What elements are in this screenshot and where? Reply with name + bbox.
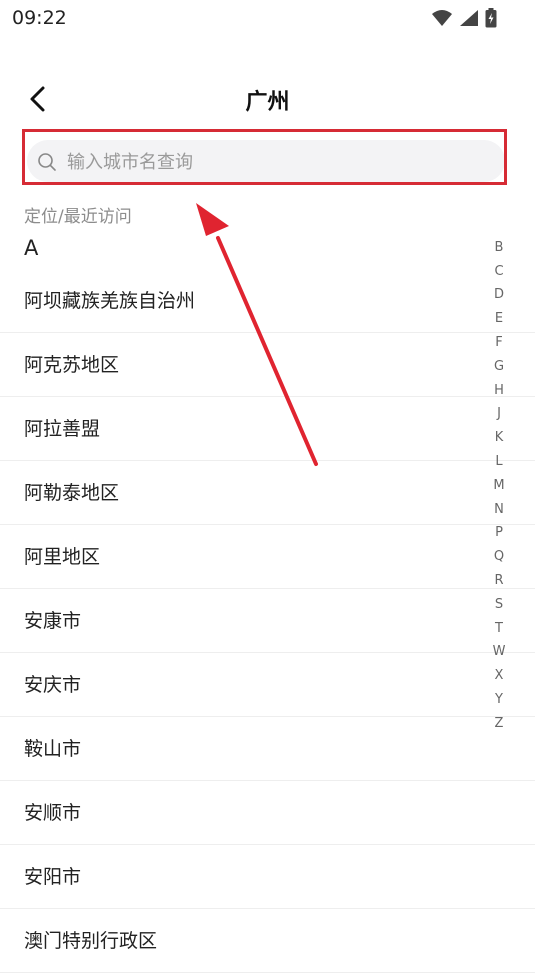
status-icons [431, 8, 497, 28]
signal-icon [460, 10, 478, 26]
city-item[interactable]: 安庆市 [0, 653, 535, 717]
index-letter-n[interactable]: N [484, 498, 514, 522]
index-letter-p[interactable]: P [484, 521, 514, 545]
city-item[interactable]: 鞍山市 [0, 717, 535, 781]
index-letter-r[interactable]: R [484, 569, 514, 593]
index-letter-h[interactable]: H [484, 379, 514, 403]
header: 广州 [0, 72, 535, 128]
city-item[interactable]: 阿里地区 [0, 525, 535, 589]
index-letter-f[interactable]: F [484, 331, 514, 355]
alphabet-index-bar[interactable]: A B C D E F G H J K L M N P Q R S T W X … [484, 212, 514, 736]
search-highlight-box [22, 129, 507, 185]
index-letter-q[interactable]: Q [484, 545, 514, 569]
page-title: 广州 [245, 90, 290, 115]
index-letter-k[interactable]: K [484, 426, 514, 450]
index-letter-j[interactable]: J [484, 402, 514, 426]
index-letter-y[interactable]: Y [484, 688, 514, 712]
city-item[interactable]: 阿坝藏族羌族自治州 [0, 269, 535, 333]
city-item[interactable]: 阿克苏地区 [0, 333, 535, 397]
city-item[interactable]: 安阳市 [0, 845, 535, 909]
index-letter-e[interactable]: E [484, 307, 514, 331]
city-item[interactable]: 安康市 [0, 589, 535, 653]
city-item[interactable]: 阿勒泰地区 [0, 461, 535, 525]
index-letter-z[interactable]: Z [484, 712, 514, 736]
recent-location-label: 定位/最近访问 [24, 207, 132, 227]
city-list: 阿坝藏族羌族自治州 阿克苏地区 阿拉善盟 阿勒泰地区 阿里地区 安康市 安庆市 … [0, 269, 535, 973]
index-letter-g[interactable]: G [484, 355, 514, 379]
wifi-icon [432, 10, 452, 26]
index-letter-c[interactable]: C [484, 260, 514, 284]
index-letter-b[interactable]: B [484, 236, 514, 260]
letter-heading: A [24, 236, 39, 260]
index-letter-t[interactable]: T [484, 617, 514, 641]
index-letter-d[interactable]: D [484, 283, 514, 307]
index-letter-w[interactable]: W [484, 640, 514, 664]
city-item[interactable]: 阿拉善盟 [0, 397, 535, 461]
city-item[interactable]: 澳门特别行政区 [0, 909, 535, 973]
index-letter-m[interactable]: M [484, 474, 514, 498]
status-bar: 09:22 [0, 0, 535, 36]
index-letter-a[interactable]: A [484, 212, 514, 236]
index-letter-l[interactable]: L [484, 450, 514, 474]
index-letter-x[interactable]: X [484, 664, 514, 688]
battery-icon [485, 8, 497, 28]
city-item[interactable]: 安顺市 [0, 781, 535, 845]
index-letter-s[interactable]: S [484, 593, 514, 617]
status-time: 09:22 [12, 7, 67, 29]
